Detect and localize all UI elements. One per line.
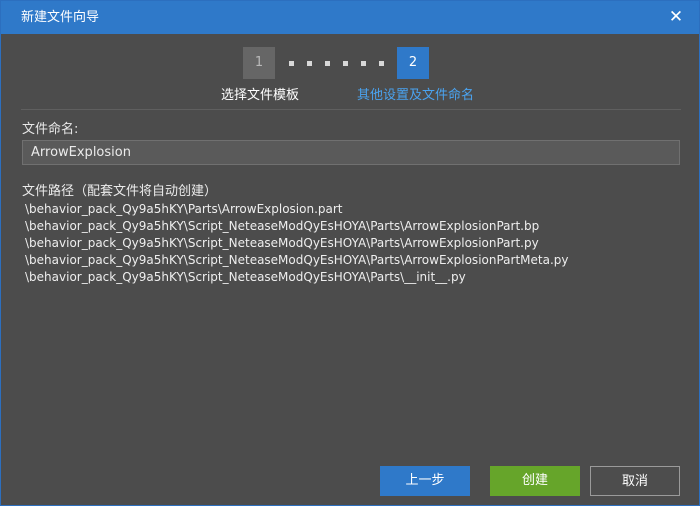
divider [21,109,681,110]
new-file-wizard-dialog: 新建文件向导 ✕ 1 2 选择文件模板 其他设置及文件命名 文件命名: 文件路径… [0,0,700,506]
file-path-label: 文件路径（配套文件将自动创建） [22,184,218,199]
step-dot [361,61,366,66]
file-path-item: \behavior_pack_Qy9a5hKY\Script_NeteaseMo… [25,253,569,267]
step-dot [343,61,348,66]
close-icon[interactable]: ✕ [667,8,685,26]
title-bar: 新建文件向导 ✕ [1,1,699,34]
step-1-label: 选择文件模板 [221,88,300,103]
step-dot [307,61,312,66]
previous-step-button[interactable]: 上一步 [380,466,470,496]
file-path-item: \behavior_pack_Qy9a5hKY\Script_NeteaseMo… [25,236,539,250]
step-dot [379,61,384,66]
step-dot [289,61,294,66]
step-2-indicator: 2 [397,47,429,79]
file-name-input[interactable] [22,140,680,165]
step-2-label: 其他设置及文件命名 [357,88,475,103]
cancel-button[interactable]: 取消 [590,466,680,496]
step-dot [325,61,330,66]
file-path-item: \behavior_pack_Qy9a5hKY\Script_NeteaseMo… [25,219,540,233]
create-button[interactable]: 创建 [490,466,580,496]
file-path-item: \behavior_pack_Qy9a5hKY\Parts\ArrowExplo… [25,202,343,216]
step-1-indicator: 1 [243,47,275,79]
window-title: 新建文件向导 [21,10,100,25]
file-name-label: 文件命名: [22,122,79,137]
wizard-stepper: 1 2 [243,47,431,79]
file-path-list: \behavior_pack_Qy9a5hKY\Parts\ArrowExplo… [25,201,569,286]
file-path-item: \behavior_pack_Qy9a5hKY\Script_NeteaseMo… [25,270,466,284]
